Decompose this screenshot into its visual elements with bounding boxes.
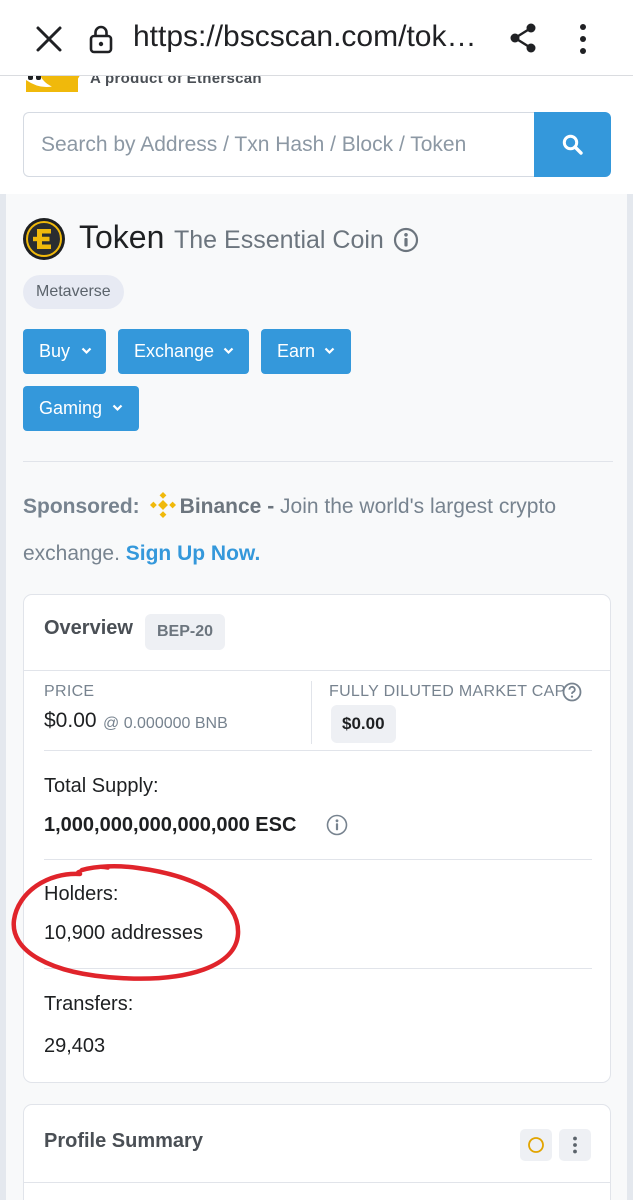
profile-summary-title: Profile Summary <box>44 1130 203 1152</box>
page-edge-left <box>0 76 6 1200</box>
divider <box>24 1182 610 1183</box>
site-header: A product of Etherscan <box>0 76 633 194</box>
sponsor-brand[interactable]: Binance - <box>180 495 275 518</box>
divider <box>23 461 613 462</box>
info-icon[interactable] <box>326 814 348 836</box>
more-options-button[interactable] <box>559 1129 591 1161</box>
gaming-dropdown-button[interactable]: Gaming <box>23 386 139 431</box>
gaming-label: Gaming <box>39 398 103 418</box>
question-circle-icon[interactable] <box>562 682 582 702</box>
bep20-badge: BEP-20 <box>145 614 226 650</box>
divider <box>44 859 592 860</box>
earn-label: Earn <box>277 341 316 361</box>
binance-icon <box>149 492 176 518</box>
buy-dropdown-button[interactable]: Buy <box>23 329 106 374</box>
info-icon[interactable] <box>393 227 419 253</box>
buy-label: Buy <box>39 341 71 361</box>
total-supply-label: Total Supply: <box>44 775 159 797</box>
sponsored-banner: Sponsored: Binance - Join the world's la… <box>23 483 613 577</box>
divider <box>44 750 592 751</box>
earn-dropdown-button[interactable]: Earn <box>261 329 351 374</box>
chevron-down-icon <box>223 347 234 355</box>
more-vert-icon[interactable] <box>572 22 594 56</box>
address-bar[interactable]: https://bscscan.com/tok… <box>133 20 483 54</box>
overview-card: Overview BEP-20 PRICE $0.00 @ 0.000000 B… <box>23 594 611 1083</box>
price-value: $0.00 <box>44 709 97 732</box>
market-cap-label: FULLY DILUTED MARKET CAP <box>329 683 566 700</box>
transfers-label: Transfers: <box>44 993 134 1015</box>
price-bnb: @ 0.000000 BNB <box>103 715 228 732</box>
lock-icon[interactable] <box>88 24 114 54</box>
page-content: A product of Etherscan Token The Essenti… <box>0 76 633 1200</box>
more-vert-icon <box>573 1136 577 1154</box>
browser-toolbar: https://bscscan.com/tok… <box>0 0 633 76</box>
search-box <box>23 112 535 177</box>
transfers-value: 29,403 <box>44 1035 106 1057</box>
search-button[interactable] <box>534 112 611 177</box>
divider <box>24 670 610 671</box>
token-full-name: The Essential Coin <box>174 226 384 254</box>
price-label: PRICE <box>44 683 95 700</box>
exchange-dropdown-button[interactable]: Exchange <box>118 329 249 374</box>
status-button[interactable] <box>520 1129 552 1161</box>
chevron-down-icon <box>112 404 123 412</box>
profile-summary-card: Profile Summary <box>23 1104 611 1200</box>
token-name: Token <box>79 219 165 255</box>
sponsored-label: Sponsored: <box>23 495 140 518</box>
close-icon[interactable] <box>32 22 66 56</box>
metaverse-tag[interactable]: Metaverse <box>23 275 124 309</box>
overview-title: Overview <box>44 617 133 639</box>
sign-up-link[interactable]: Sign Up Now. <box>126 542 261 565</box>
search-input[interactable] <box>24 113 535 176</box>
red-annotation-circle <box>11 864 241 981</box>
total-supply-value: 1,000,000,000,000,000 ESC <box>44 814 297 836</box>
bscscan-logo[interactable] <box>22 76 82 92</box>
search-icon <box>562 134 583 155</box>
divider <box>311 681 312 744</box>
market-cap-value: $0.00 <box>331 705 396 743</box>
page-edge-right <box>627 76 633 1200</box>
chevron-down-icon <box>81 347 92 355</box>
tagline: A product of Etherscan <box>90 76 262 87</box>
circle-status-icon <box>528 1137 544 1153</box>
share-icon[interactable] <box>508 22 538 54</box>
chevron-down-icon <box>324 347 335 355</box>
exchange-label: Exchange <box>134 341 215 361</box>
token-logo <box>23 218 65 260</box>
